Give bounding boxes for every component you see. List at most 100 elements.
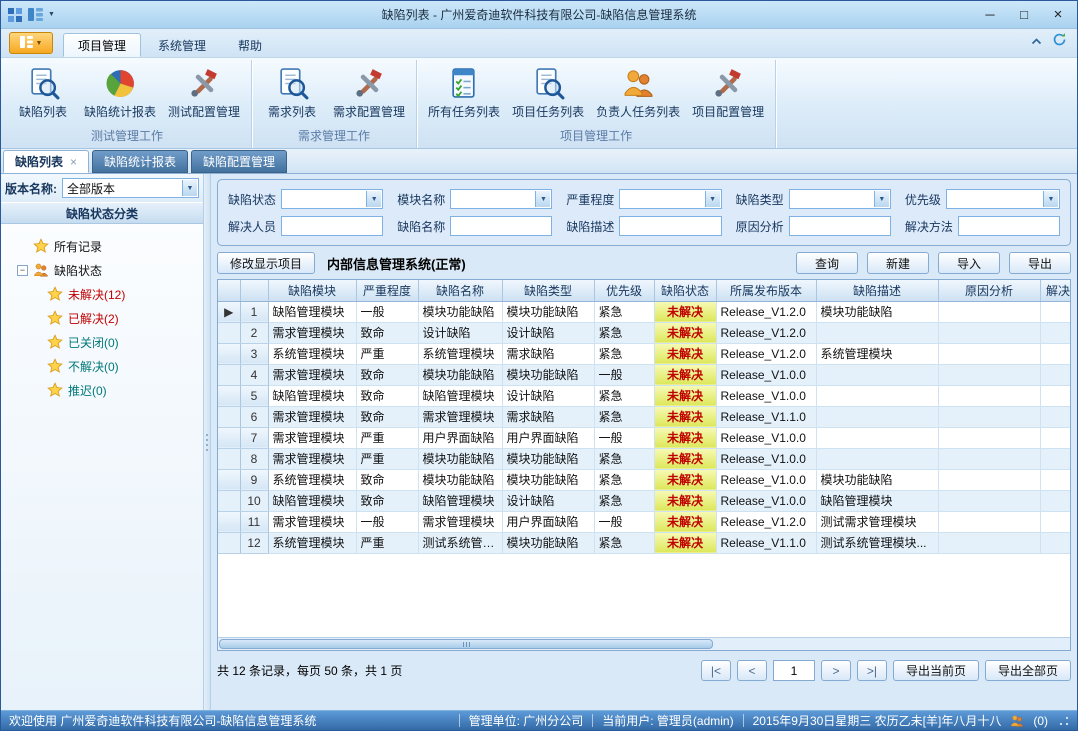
row-number[interactable]: 2 xyxy=(240,322,268,343)
cell-status[interactable]: 未解决 xyxy=(654,511,716,532)
table-row[interactable]: 7需求管理模块严重用户界面缺陷用户界面缺陷一般未解决Release_V1.0.0 xyxy=(218,427,1070,448)
cell-analysis[interactable] xyxy=(938,385,1040,406)
cell-analysis[interactable] xyxy=(938,322,1040,343)
maximize-button[interactable]: □ xyxy=(1007,3,1041,27)
filter-select[interactable]: ▼ xyxy=(946,189,1060,209)
ribbon-tab-2[interactable]: 帮助 xyxy=(223,33,277,57)
table-row[interactable]: 8需求管理模块严重模块功能缺陷模块功能缺陷紧急未解决Release_V1.0.0 xyxy=(218,448,1070,469)
cell-analysis[interactable] xyxy=(938,406,1040,427)
cell-status[interactable]: 未解决 xyxy=(654,406,716,427)
cell-solution[interactable] xyxy=(1040,448,1070,469)
cell-status[interactable]: 未解决 xyxy=(654,490,716,511)
cell-module[interactable]: 需求管理模块 xyxy=(268,427,356,448)
row-number[interactable]: 8 xyxy=(240,448,268,469)
cell-version[interactable]: Release_V1.0.0 xyxy=(716,469,816,490)
cell-name[interactable]: 系统管理模块 xyxy=(418,343,502,364)
tree-node[interactable]: −缺陷状态 xyxy=(5,258,199,282)
sidebar-splitter[interactable] xyxy=(204,174,211,710)
cell-version[interactable]: Release_V1.2.0 xyxy=(716,343,816,364)
export-current-page-button[interactable]: 导出当前页 xyxy=(893,660,979,681)
cell-severity[interactable]: 一般 xyxy=(356,511,418,532)
cell-version[interactable]: Release_V1.0.0 xyxy=(716,364,816,385)
tree-node[interactable]: 已解决(2) xyxy=(5,306,199,330)
cell-status[interactable]: 未解决 xyxy=(654,385,716,406)
row-number[interactable]: 4 xyxy=(240,364,268,385)
table-row[interactable]: 11需求管理模块一般需求管理模块用户界面缺陷一般未解决Release_V1.2.… xyxy=(218,511,1070,532)
ribbon-button[interactable]: 所有任务列表 xyxy=(422,63,506,124)
ribbon-button[interactable]: 负责人任务列表 xyxy=(590,63,686,124)
cell-analysis[interactable] xyxy=(938,427,1040,448)
cell-priority[interactable]: 一般 xyxy=(594,427,654,448)
table-row[interactable]: 9系统管理模块致命模块功能缺陷模块功能缺陷紧急未解决Release_V1.0.0… xyxy=(218,469,1070,490)
cell-type[interactable]: 用户界面缺陷 xyxy=(502,511,594,532)
cell-type[interactable]: 用户界面缺陷 xyxy=(502,427,594,448)
cell-version[interactable]: Release_V1.0.0 xyxy=(716,385,816,406)
app-menu-button[interactable]: ▼ xyxy=(9,32,53,54)
cell-priority[interactable]: 紧急 xyxy=(594,406,654,427)
export-all-pages-button[interactable]: 导出全部页 xyxy=(985,660,1071,681)
cell-module[interactable]: 缺陷管理模块 xyxy=(268,385,356,406)
cell-name[interactable]: 模块功能缺陷 xyxy=(418,469,502,490)
row-indicator[interactable]: ▶ xyxy=(218,301,240,322)
ribbon-button[interactable]: 项目配置管理 xyxy=(686,63,770,124)
filter-input[interactable] xyxy=(281,216,383,236)
cell-name[interactable]: 缺陷管理模块 xyxy=(418,490,502,511)
filter-input-field[interactable] xyxy=(620,217,720,235)
ribbon-tab-1[interactable]: 系统管理 xyxy=(143,33,221,57)
cell-module[interactable]: 系统管理模块 xyxy=(268,532,356,553)
close-tab-icon[interactable]: × xyxy=(70,155,77,169)
cell-severity[interactable]: 一般 xyxy=(356,301,418,322)
cell-version[interactable]: Release_V1.0.0 xyxy=(716,490,816,511)
first-page-button[interactable]: |< xyxy=(701,660,731,681)
cell-version[interactable]: Release_V1.0.0 xyxy=(716,427,816,448)
cell-severity[interactable]: 严重 xyxy=(356,532,418,553)
cell-type[interactable]: 模块功能缺陷 xyxy=(502,301,594,322)
cell-desc[interactable] xyxy=(816,364,938,385)
column-header[interactable]: 缺陷描述 xyxy=(816,280,938,301)
row-number[interactable]: 7 xyxy=(240,427,268,448)
cell-desc[interactable]: 测试需求管理模块 xyxy=(816,511,938,532)
cell-solution[interactable] xyxy=(1040,511,1070,532)
cell-solution[interactable] xyxy=(1040,469,1070,490)
row-number[interactable]: 11 xyxy=(240,511,268,532)
cell-severity[interactable]: 严重 xyxy=(356,343,418,364)
row-indicator[interactable] xyxy=(218,490,240,511)
cell-priority[interactable]: 紧急 xyxy=(594,301,654,322)
document-tab[interactable]: 缺陷统计报表 xyxy=(92,150,188,173)
row-indicator[interactable] xyxy=(218,385,240,406)
filter-input-field[interactable] xyxy=(282,217,382,235)
cell-status[interactable]: 未解决 xyxy=(654,532,716,553)
modify-display-columns-button[interactable]: 修改显示项目 xyxy=(217,252,315,274)
cell-desc[interactable]: 模块功能缺陷 xyxy=(816,301,938,322)
cell-module[interactable]: 需求管理模块 xyxy=(268,364,356,385)
cell-name[interactable]: 需求管理模块 xyxy=(418,511,502,532)
cell-severity[interactable]: 致命 xyxy=(356,385,418,406)
cell-version[interactable]: Release_V1.2.0 xyxy=(716,511,816,532)
cell-severity[interactable]: 致命 xyxy=(356,490,418,511)
cell-severity[interactable]: 致命 xyxy=(356,364,418,385)
cell-priority[interactable]: 一般 xyxy=(594,511,654,532)
cell-module[interactable]: 需求管理模块 xyxy=(268,406,356,427)
prev-page-button[interactable]: < xyxy=(737,660,767,681)
cell-module[interactable]: 系统管理模块 xyxy=(268,469,356,490)
cell-status[interactable]: 未解决 xyxy=(654,448,716,469)
document-tab[interactable]: 缺陷配置管理 xyxy=(191,150,287,173)
table-row[interactable]: ▶1缺陷管理模块一般模块功能缺陷模块功能缺陷紧急未解决Release_V1.2.… xyxy=(218,301,1070,322)
last-page-button[interactable]: >| xyxy=(857,660,887,681)
cell-status[interactable]: 未解决 xyxy=(654,469,716,490)
help-icon[interactable] xyxy=(1052,32,1067,50)
cell-solution[interactable] xyxy=(1040,406,1070,427)
table-row[interactable]: 10缺陷管理模块致命缺陷管理模块设计缺陷紧急未解决Release_V1.0.0缺… xyxy=(218,490,1070,511)
action-button-1[interactable]: 新建 xyxy=(867,252,929,274)
cell-name[interactable]: 模块功能缺陷 xyxy=(418,448,502,469)
cell-priority[interactable]: 紧急 xyxy=(594,469,654,490)
scrollbar-thumb[interactable] xyxy=(219,639,713,649)
cell-version[interactable]: Release_V1.2.0 xyxy=(716,301,816,322)
quick-access-icon[interactable] xyxy=(28,8,43,21)
row-indicator[interactable] xyxy=(218,448,240,469)
ribbon-button[interactable]: 需求列表 xyxy=(257,63,327,124)
filter-input-field[interactable] xyxy=(790,217,890,235)
cell-version[interactable]: Release_V1.1.0 xyxy=(716,406,816,427)
cell-solution[interactable] xyxy=(1040,343,1070,364)
cell-type[interactable]: 需求缺陷 xyxy=(502,343,594,364)
